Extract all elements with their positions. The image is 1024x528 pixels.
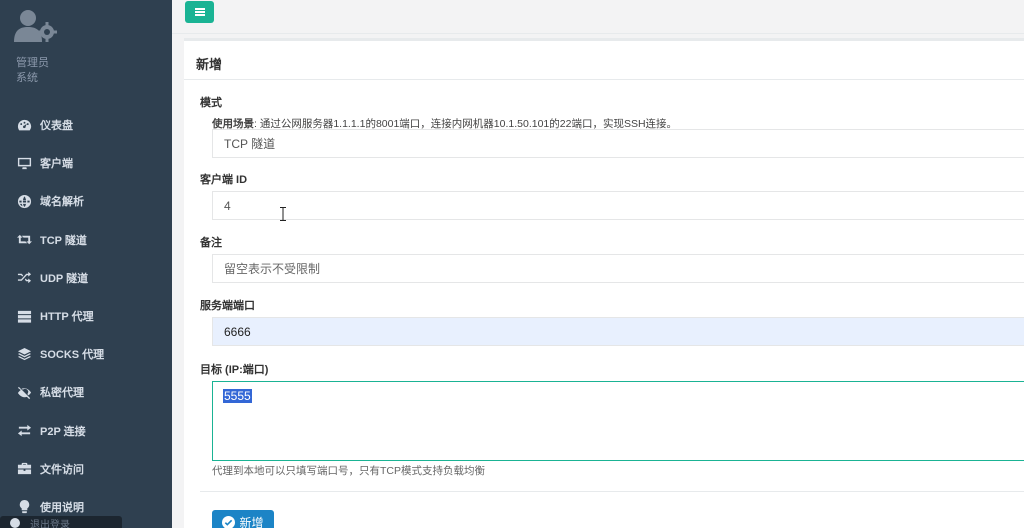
sidebar: 管理员 系统 仪表盘 客户端 域名解析 TCP 隧道 UDP 隧道 HTTP 代… xyxy=(0,0,172,528)
sidebar-item-tcp[interactable]: TCP 隧道 xyxy=(0,221,172,259)
form-panel: 新增 模式 使用场景: 通过公网服务器1.1.1.1的8001端口，连接内网机器… xyxy=(184,38,1024,528)
remark-label: 备注 xyxy=(200,237,222,249)
server-icon xyxy=(16,308,32,324)
sidebar-item-dashboard[interactable]: 仪表盘 xyxy=(0,106,172,144)
remark-placeholder: 留空表示不受限制 xyxy=(224,262,321,276)
profile-role: 管理员 xyxy=(16,57,49,69)
sidebar-item-label: P2P 连接 xyxy=(40,425,86,438)
target-value: 5555 xyxy=(223,389,252,403)
menu-toggle-button[interactable] xyxy=(185,1,214,23)
panel-title: 新增 xyxy=(196,57,223,72)
hamburger-icon xyxy=(194,11,205,13)
target-help: 代理到本地可以只填写端口号，只有TCP模式支持负载均衡 xyxy=(212,465,485,477)
target-textarea[interactable]: 5555 xyxy=(212,381,1024,461)
logout-tip[interactable]: 退出登录 xyxy=(0,516,122,528)
sidebar-item-label: TCP 隧道 xyxy=(40,234,87,247)
exchange-icon xyxy=(16,423,32,439)
client-id-field[interactable]: 4 xyxy=(212,191,1024,220)
submit-button[interactable]: 新增 xyxy=(212,510,274,528)
sidebar-item-http[interactable]: HTTP 代理 xyxy=(0,297,172,335)
mode-select[interactable]: TCP 隧道 xyxy=(212,129,1024,158)
submit-button-label: 新增 xyxy=(239,515,264,528)
check-circle-icon xyxy=(222,515,236,528)
sidebar-nav: 仪表盘 客户端 域名解析 TCP 隧道 UDP 隧道 HTTP 代理 SOCKS… xyxy=(0,106,172,526)
sidebar-item-label: UDP 隧道 xyxy=(40,272,89,285)
client-id-label: 客户端 ID xyxy=(200,174,248,186)
dashboard-icon xyxy=(16,117,32,133)
lightbulb-icon xyxy=(16,499,32,515)
desktop-icon xyxy=(16,155,32,171)
mode-select-value: TCP 隧道 xyxy=(224,137,276,151)
sidebar-item-label: 仪表盘 xyxy=(40,120,73,133)
sidebar-item-label: 使用说明 xyxy=(40,501,84,514)
target-label: 目标 (IP:端口) xyxy=(200,364,269,376)
random-icon xyxy=(16,270,32,286)
user-settings-icon xyxy=(14,10,57,42)
eye-slash-icon xyxy=(16,384,32,400)
logout-tip-label: 退出登录 xyxy=(30,520,70,528)
client-id-value: 4 xyxy=(224,198,231,213)
profile: 管理员 系统 xyxy=(14,8,164,88)
sidebar-item-label: 域名解析 xyxy=(40,196,84,209)
layers-icon xyxy=(16,346,32,362)
sidebar-item-label: 文件访问 xyxy=(40,463,84,476)
text-cursor-icon xyxy=(280,207,286,221)
sidebar-item-label: 私密代理 xyxy=(40,387,84,400)
topbar xyxy=(172,0,1024,34)
profile-system: 系统 xyxy=(16,72,38,84)
divider xyxy=(200,491,1024,492)
server-port-input[interactable]: 6666 xyxy=(212,317,1024,346)
user-dot-icon xyxy=(10,518,20,528)
sidebar-item-label: 客户端 xyxy=(40,158,73,171)
remark-input[interactable]: 留空表示不受限制 xyxy=(212,254,1024,283)
server-port-value: 6666 xyxy=(224,324,251,339)
sidebar-item-domain[interactable]: 域名解析 xyxy=(0,182,172,220)
sidebar-item-socks[interactable]: SOCKS 代理 xyxy=(0,335,172,373)
sidebar-item-files[interactable]: 文件访问 xyxy=(0,450,172,488)
globe-icon xyxy=(16,193,32,209)
briefcase-icon xyxy=(16,461,32,477)
divider xyxy=(184,79,1024,80)
sidebar-item-p2p[interactable]: P2P 连接 xyxy=(0,412,172,450)
retweet-icon xyxy=(16,232,32,248)
sidebar-item-label: SOCKS 代理 xyxy=(40,349,105,362)
sidebar-item-secret[interactable]: 私密代理 xyxy=(0,373,172,411)
mode-label: 模式 xyxy=(200,97,222,109)
server-port-label: 服务端端口 xyxy=(200,300,255,312)
sidebar-item-clients[interactable]: 客户端 xyxy=(0,144,172,182)
sidebar-item-label: HTTP 代理 xyxy=(40,311,94,324)
sidebar-item-udp[interactable]: UDP 隧道 xyxy=(0,259,172,297)
